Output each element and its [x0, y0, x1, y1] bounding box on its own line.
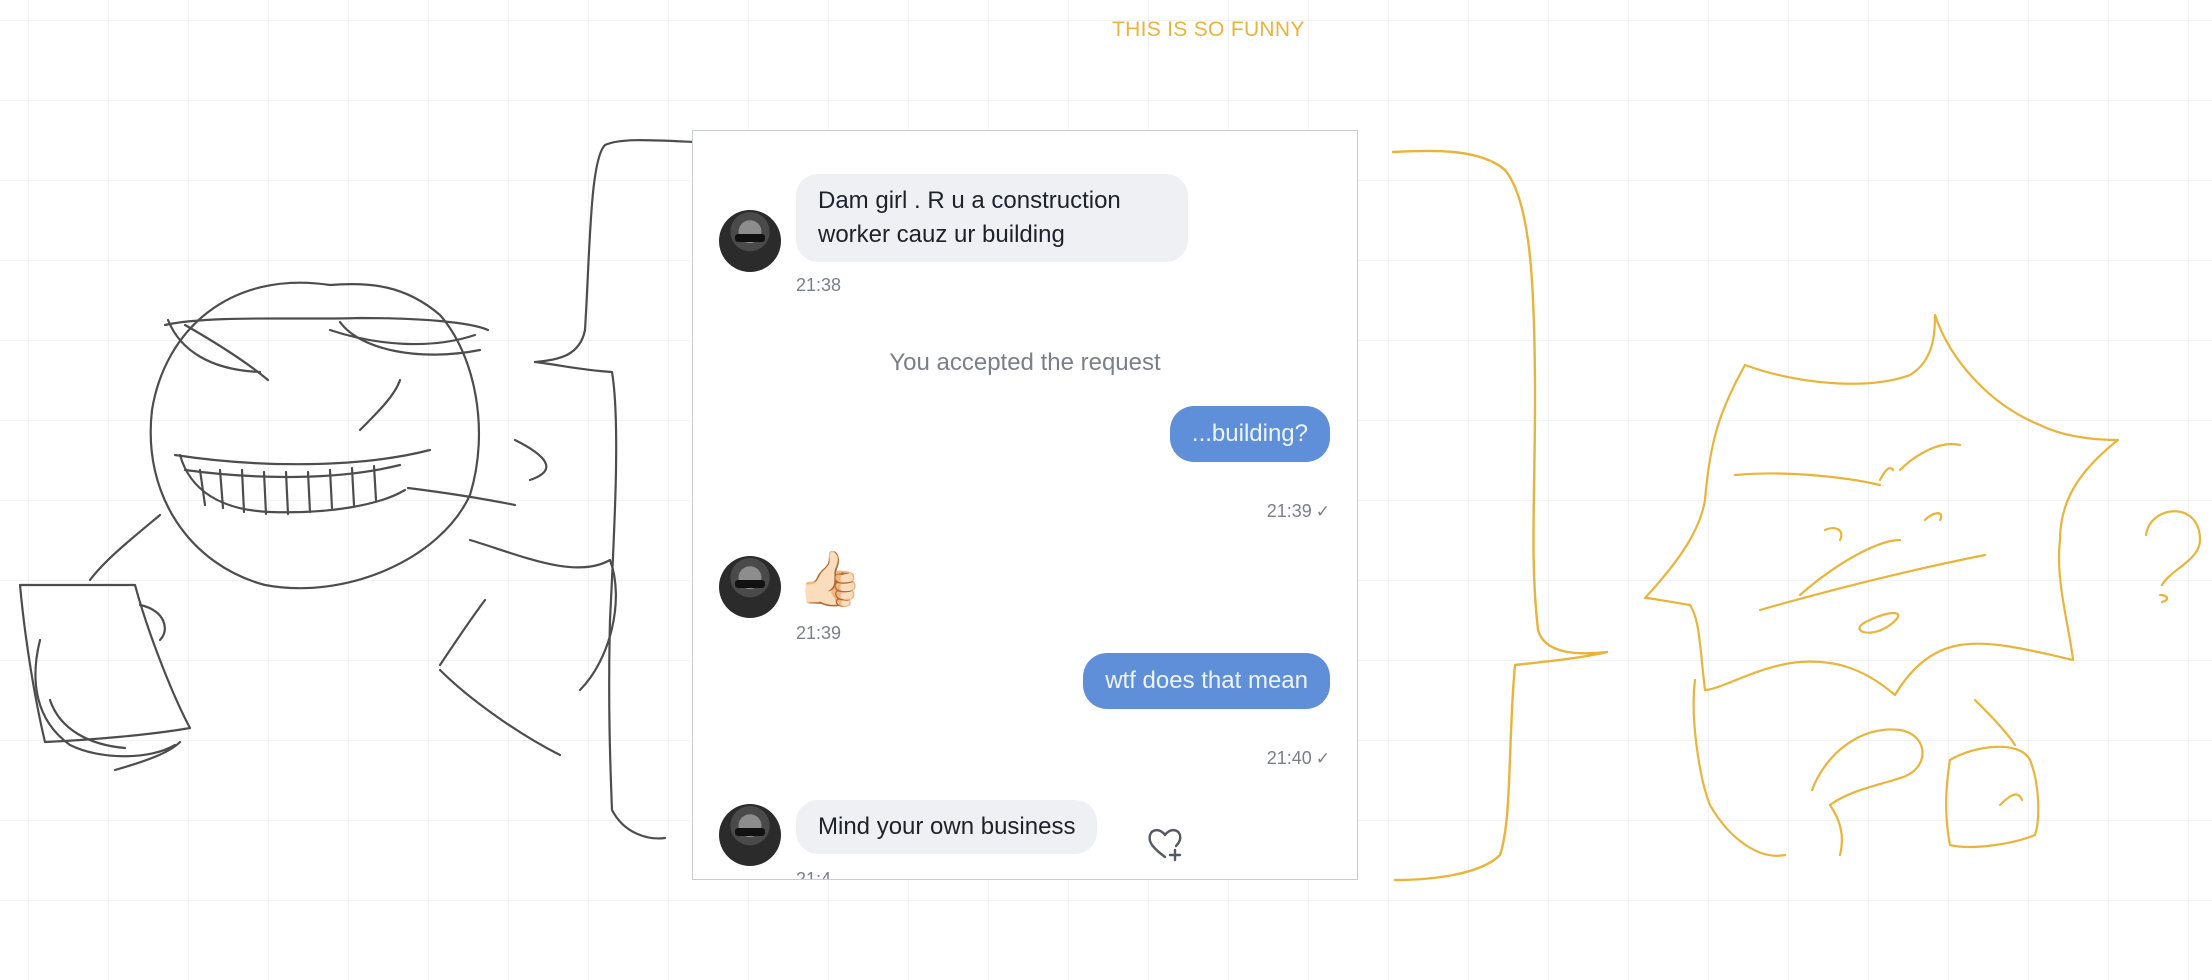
message-time: 21:4 — [796, 869, 832, 880]
incoming-message-2: Mind your own business — [796, 800, 1098, 854]
whiteboard-canvas: THIS IS SO FUNNY Dam girl . R u a constr… — [0, 0, 2212, 980]
outgoing-message-1: ...building? — [1169, 406, 1330, 462]
message-text: Dam girl . R u a construction worker cau… — [818, 187, 1121, 248]
message-time: 21:39 ✓ — [1266, 501, 1330, 521]
message-time: 21:38 — [796, 275, 842, 295]
message-text: wtf does that mean — [1105, 667, 1308, 694]
message-text: Mind your own business — [818, 813, 1076, 840]
sender-avatar — [719, 210, 781, 272]
sent-check-icon: ✓ — [1315, 502, 1330, 521]
chat-screenshot: Dam girl . R u a construction worker cau… — [692, 130, 1358, 880]
grinning-character-sketch — [18, 139, 697, 840]
sent-check-icon: ✓ — [1315, 749, 1330, 768]
system-message: You accepted the request — [889, 349, 1161, 376]
outgoing-message-2: wtf does that mean — [1083, 653, 1330, 709]
message-time: 21:40 ✓ — [1266, 748, 1330, 768]
sender-avatar — [719, 556, 781, 618]
heart-plus-icon[interactable] — [1145, 824, 1185, 864]
incoming-message-1: Dam girl . R u a construction worker cau… — [796, 174, 1188, 262]
board-note: THIS IS SO FUNNY — [1112, 18, 1305, 41]
right-bracket-sketch — [1391, 149, 1609, 882]
message-text: ...building? — [1191, 420, 1308, 447]
sender-avatar — [719, 804, 781, 866]
angry-character-sketch — [1643, 313, 2202, 857]
message-time: 21:39 — [796, 623, 842, 643]
thumbs-up-reaction: 👍🏻 — [796, 549, 864, 609]
